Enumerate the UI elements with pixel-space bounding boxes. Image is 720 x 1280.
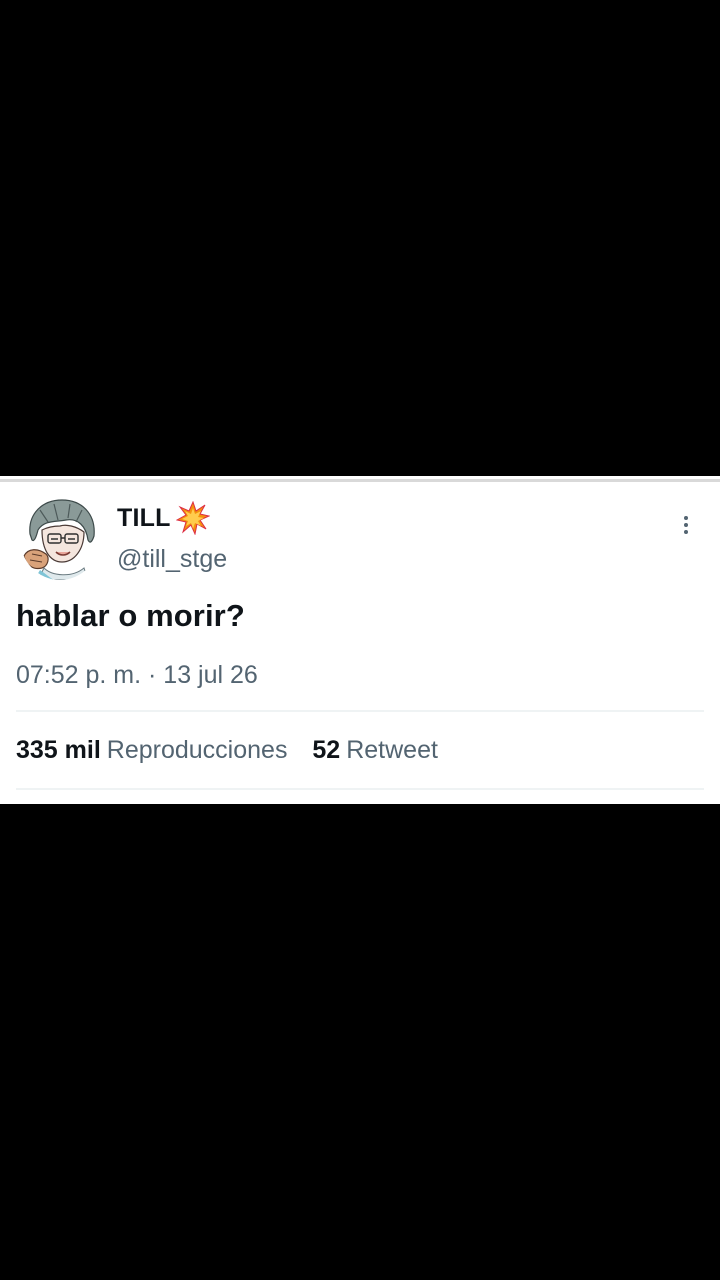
avatar-illustration (23, 499, 95, 580)
retweets-count: 52 (312, 736, 341, 764)
divider (16, 710, 704, 712)
avatar[interactable] (20, 496, 100, 580)
views-stat[interactable]: 335 mil Reproducciones (16, 736, 287, 765)
retweets-stat[interactable]: 52 Retweet (312, 736, 438, 765)
retweets-label: Retweet (346, 736, 438, 764)
views-label: Reproducciones (106, 736, 288, 764)
tweet-card[interactable]: TILL @till_stge hablar o morir? 07:52 p.… (0, 476, 720, 804)
screen: TILL @till_stge hablar o morir? 07:52 p.… (0, 0, 720, 1280)
more-vertical-icon (684, 516, 688, 520)
tweet-text: hablar o morir? (16, 598, 245, 633)
more-vertical-icon-dot (684, 530, 688, 534)
card-top-border (0, 476, 720, 484)
tweet-stats: 335 mil Reproducciones 52 Retweet (16, 736, 456, 765)
views-count: 335 mil (16, 736, 101, 764)
tweet-timestamp[interactable]: 07:52 p. m. · 13 jul 26 (16, 661, 258, 690)
more-vertical-icon-dot (684, 523, 688, 527)
more-options-button[interactable] (672, 510, 700, 540)
collision-emoji-icon (175, 500, 211, 536)
display-name[interactable]: TILL (117, 504, 171, 533)
divider-bottom (16, 788, 704, 790)
user-handle[interactable]: @till_stge (117, 545, 227, 574)
